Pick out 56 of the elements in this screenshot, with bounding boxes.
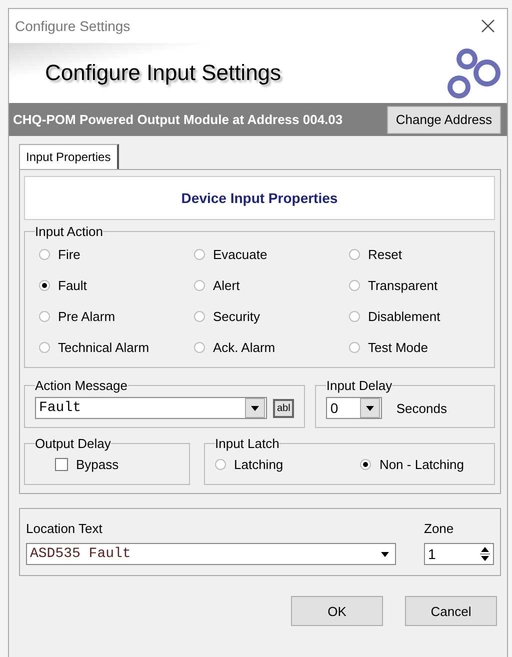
radio-button[interactable]	[349, 342, 360, 353]
radio-button[interactable]	[39, 249, 50, 260]
checkbox-label: Bypass	[76, 457, 119, 472]
caret-icon	[251, 406, 259, 410]
group-label: Input Action	[35, 224, 103, 239]
unit-label: Seconds	[396, 400, 447, 416]
radio-button[interactable]	[215, 459, 226, 470]
radio-button[interactable]	[194, 280, 205, 291]
radio-label: Fault	[58, 278, 87, 293]
radio-label: Transparent	[368, 278, 438, 293]
radio-label: Non - Latching	[379, 457, 464, 472]
close-icon[interactable]	[481, 19, 495, 33]
field-label: Zone	[424, 521, 455, 536]
radio-label: Test Mode	[368, 340, 428, 355]
radio-label: Alert	[213, 278, 240, 293]
radio-label: Latching	[234, 457, 284, 472]
ok-button[interactable]: OK	[291, 596, 383, 626]
radio-label: Evacuate	[213, 247, 268, 262]
radio-button[interactable]	[39, 311, 50, 322]
device-description: CHQ-POM Powered Output Module at Address 004.03	[13, 112, 343, 126]
cancel-button[interactable]: Cancel	[405, 596, 497, 626]
field-label: Location Text	[26, 521, 104, 536]
tab[interactable]: Input Properties	[19, 144, 119, 169]
banner-title: Configure Input Settings	[45, 60, 282, 86]
radio-button[interactable]	[360, 459, 372, 470]
caret-icon	[366, 406, 374, 410]
radio-label: Pre Alarm	[58, 309, 116, 324]
radio-label: Disablement	[368, 309, 440, 324]
input-delay-dropdown[interactable]: 0	[326, 397, 382, 419]
text-field-button[interactable]: abl	[273, 398, 294, 418]
radio-label: Technical Alarm	[58, 340, 150, 355]
radio-button[interactable]	[194, 249, 205, 260]
group-label: Input Delay	[326, 378, 392, 393]
zone-spinner[interactable]: 1	[424, 543, 494, 565]
caret-icon	[381, 552, 389, 556]
action-message-dropdown[interactable]: Fault	[35, 397, 267, 419]
panel-title: Device Input Properties	[181, 190, 338, 206]
radio-button[interactable]	[39, 342, 50, 353]
group-label: Output Delay	[35, 436, 111, 451]
radio-label: Fire	[58, 247, 80, 262]
radio-label: Reset	[368, 247, 402, 262]
window-title: Configure Settings	[15, 18, 130, 34]
radio-button[interactable]	[349, 311, 360, 322]
spinner-arrows-icon	[480, 546, 490, 562]
radio-button[interactable]	[349, 249, 360, 260]
checkbox[interactable]	[55, 458, 68, 471]
radio-button[interactable]	[39, 280, 50, 291]
radio-button[interactable]	[194, 342, 205, 353]
group-label: Input Latch	[215, 436, 280, 451]
radio-button[interactable]	[194, 311, 205, 322]
change-address-button[interactable]: Change Address	[386, 106, 501, 134]
radio-button[interactable]	[349, 280, 360, 291]
radio-label: Security	[213, 309, 260, 324]
group-label: Action Message	[35, 378, 128, 393]
radio-label: Ack. Alarm	[213, 340, 276, 355]
location-text-dropdown[interactable]: ASD535 Fault	[26, 543, 396, 565]
